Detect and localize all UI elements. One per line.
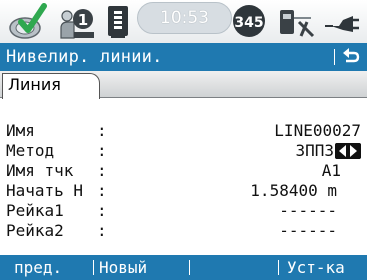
left-right-arrows-icon[interactable] xyxy=(335,143,361,159)
field-row-method[interactable]: Метод : ЗППЗ xyxy=(6,141,361,161)
field-label: Рейка2 xyxy=(6,221,64,240)
power-plug-icon[interactable] xyxy=(323,2,363,40)
return-arrow-icon[interactable] xyxy=(341,46,361,68)
form-panel: Имя : LINE00027 Метод : ЗППЗ Имя тчк : A… xyxy=(0,99,367,255)
field-label: Рейка1 xyxy=(6,201,64,220)
field-label: Метод xyxy=(6,141,55,160)
level-instrument-icon[interactable] xyxy=(277,2,317,40)
user-account-icon[interactable]: 1 xyxy=(58,2,98,40)
survey-ok-icon[interactable] xyxy=(8,2,50,40)
softkey-bar: пред. Новый Уст-ка xyxy=(0,255,367,280)
satellite-icon[interactable]: 345 xyxy=(232,2,266,40)
field-row-start-height[interactable]: Начать H : 1.58400 m xyxy=(6,181,361,201)
prev-button[interactable]: пред. xyxy=(14,255,62,280)
field-row-name[interactable]: Имя : LINE00027 xyxy=(6,121,361,141)
title-divider xyxy=(334,49,335,65)
field-label: Имя тчк xyxy=(6,161,74,180)
title-bar: Нивелир. линии. xyxy=(0,43,367,71)
start-height-value[interactable]: 1.58400 m xyxy=(250,181,337,201)
satellite-count: 345 xyxy=(234,15,263,31)
staff1-value[interactable]: ------ xyxy=(279,201,337,221)
new-button[interactable]: Новый xyxy=(99,255,147,280)
clock: 10:53 xyxy=(137,2,232,34)
page-title: Нивелир. линии. xyxy=(6,47,163,67)
settings-button[interactable]: Уст-ка xyxy=(287,255,345,280)
field-row-staff1[interactable]: Рейка1 : ------ xyxy=(6,201,361,221)
field-label: Начать H xyxy=(6,181,84,200)
point-name-value[interactable]: A1 xyxy=(322,161,341,181)
status-bar: 1 10:53 345 xyxy=(0,0,367,43)
field-row-point-name[interactable]: Имя тчк : A1 xyxy=(6,161,361,181)
staff2-value[interactable]: ------ xyxy=(279,221,337,241)
field-label: Имя xyxy=(6,121,35,140)
method-value[interactable]: ЗППЗ xyxy=(295,141,334,161)
tab-line[interactable]: Линия xyxy=(2,73,100,99)
tab-bar: Линия xyxy=(0,71,367,99)
memory-card-icon[interactable] xyxy=(105,2,131,40)
name-value[interactable]: LINE00027 xyxy=(274,121,361,141)
field-row-staff2[interactable]: Рейка2 : ------ xyxy=(6,221,361,241)
user-badge-number: 1 xyxy=(78,11,88,29)
